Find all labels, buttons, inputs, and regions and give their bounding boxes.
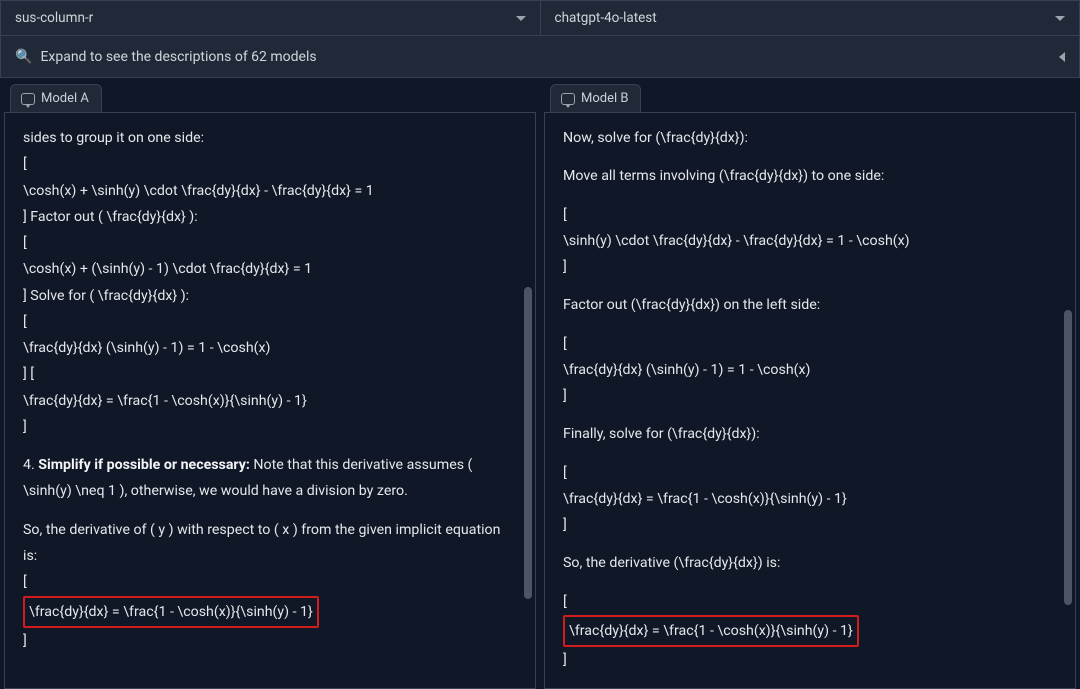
chat-icon [21, 93, 35, 105]
chat-icon [561, 93, 575, 105]
text-line: ] [ [23, 361, 511, 387]
model-a-selector-label: sus-column-r [15, 10, 93, 26]
expand-left: 🔍 Expand to see the descriptions of 62 m… [15, 49, 317, 65]
model-selector-row: sus-column-r chatgpt-4o-latest [0, 0, 1080, 36]
text-line: ] [23, 414, 511, 440]
chevron-down-icon [1055, 16, 1065, 21]
answer-highlight: \frac{dy}{dx} = \frac{1 - \cosh(x)}{\sin… [563, 615, 859, 647]
panel-b-body[interactable]: Now, solve for (\frac{dy}{dx}): Move all… [545, 113, 1061, 688]
text-line: ] [563, 647, 1051, 673]
text-line: ] [563, 254, 1051, 280]
step-4: 4. Simplify if possible or necessary: No… [23, 452, 511, 505]
text-line: [ [563, 460, 1051, 486]
text-line: So, the derivative of ( y ) with respect… [23, 517, 511, 570]
caret-left-icon [1059, 52, 1065, 62]
text-line: [ [563, 331, 1051, 357]
text-line: Now, solve for (\frac{dy}{dx}): [563, 125, 1051, 151]
text-line: Move all terms involving (\frac{dy}{dx})… [563, 163, 1051, 189]
text-line: \frac{dy}{dx} (\sinh(y) - 1) = 1 - \cosh… [23, 335, 511, 361]
model-b-selector[interactable]: chatgpt-4o-latest [541, 0, 1080, 36]
model-a-selector[interactable]: sus-column-r [0, 0, 541, 36]
chevron-down-icon [516, 16, 526, 21]
text-line: sides to group it on one side: [23, 125, 511, 151]
panel-a-body[interactable]: sides to group it on one side: [ \cosh(x… [5, 113, 521, 688]
panel-b-scrollbar[interactable] [1063, 117, 1073, 684]
text-line: [ [563, 202, 1051, 228]
text-line: Finally, solve for (\frac{dy}{dx}): [563, 421, 1051, 447]
panel-a-tab-label: Model A [41, 91, 89, 106]
answer-highlight: \frac{dy}{dx} = \frac{1 - \cosh(x)}{\sin… [23, 596, 319, 628]
text-line: \cosh(x) + \sinh(y) \cdot \frac{dy}{dx} … [23, 178, 511, 204]
text-line: [ [23, 569, 511, 595]
panel-model-a: Model A sides to group it on one side: [… [4, 84, 536, 689]
panel-a-scrollbar[interactable] [523, 117, 533, 684]
text-line: ] Factor out ( \frac{dy}{dx} ): [23, 204, 511, 230]
highlighted-answer-b: \frac{dy}{dx} = \frac{1 - \cosh(x)}{\sin… [563, 615, 1051, 647]
model-b-selector-label: chatgpt-4o-latest [555, 10, 657, 26]
magnifier-icon: 🔍 [15, 49, 32, 65]
step4-number: 4. [23, 457, 38, 473]
text-line: Factor out (\frac{dy}{dx}) on the left s… [563, 292, 1051, 318]
highlighted-answer-a: \frac{dy}{dx} = \frac{1 - \cosh(x)}{\sin… [23, 596, 511, 628]
text-line: \cosh(x) + (\sinh(y) - 1) \cdot \frac{dy… [23, 256, 511, 282]
text-line: \frac{dy}{dx} = \frac{1 - \cosh(x)}{\sin… [23, 388, 511, 414]
text-line: [ [563, 589, 1051, 615]
panel-a-tab[interactable]: Model A [10, 84, 102, 112]
text-line: ] [563, 383, 1051, 409]
text-line: \frac{dy}{dx} (\sinh(y) - 1) = 1 - \cosh… [563, 357, 1051, 383]
panel-b-scroll-thumb[interactable] [1064, 310, 1072, 605]
panel-b-body-wrap: Now, solve for (\frac{dy}{dx}): Move all… [544, 112, 1076, 689]
text-line: \sinh(y) \cdot \frac{dy}{dx} - \frac{dy}… [563, 228, 1051, 254]
comparison-panels: Model A sides to group it on one side: [… [0, 78, 1080, 689]
text-line: ] Solve for ( \frac{dy}{dx} ): [23, 283, 511, 309]
text-line: ] [563, 512, 1051, 538]
panel-a-body-wrap: sides to group it on one side: [ \cosh(x… [4, 112, 536, 689]
panel-a-scroll-thumb[interactable] [524, 287, 532, 599]
panel-b-tab-label: Model B [581, 91, 628, 106]
panel-model-b: Model B Now, solve for (\frac{dy}{dx}): … [544, 84, 1076, 689]
panel-b-tab-row: Model B [544, 84, 1076, 112]
text-line: [ [23, 230, 511, 256]
expand-descriptions-bar[interactable]: 🔍 Expand to see the descriptions of 62 m… [0, 36, 1080, 78]
text-line: [ [23, 151, 511, 177]
text-line: So, the derivative (\frac{dy}{dx}) is: [563, 550, 1051, 576]
expand-text: Expand to see the descriptions of 62 mod… [40, 49, 316, 65]
step4-title: Simplify if possible or necessary: [38, 457, 250, 473]
panel-b-tab[interactable]: Model B [550, 84, 641, 112]
text-line: [ [23, 309, 511, 335]
text-line: \frac{dy}{dx} = \frac{1 - \cosh(x)}{\sin… [563, 486, 1051, 512]
text-line: ] [23, 628, 511, 654]
panel-a-tab-row: Model A [4, 84, 536, 112]
